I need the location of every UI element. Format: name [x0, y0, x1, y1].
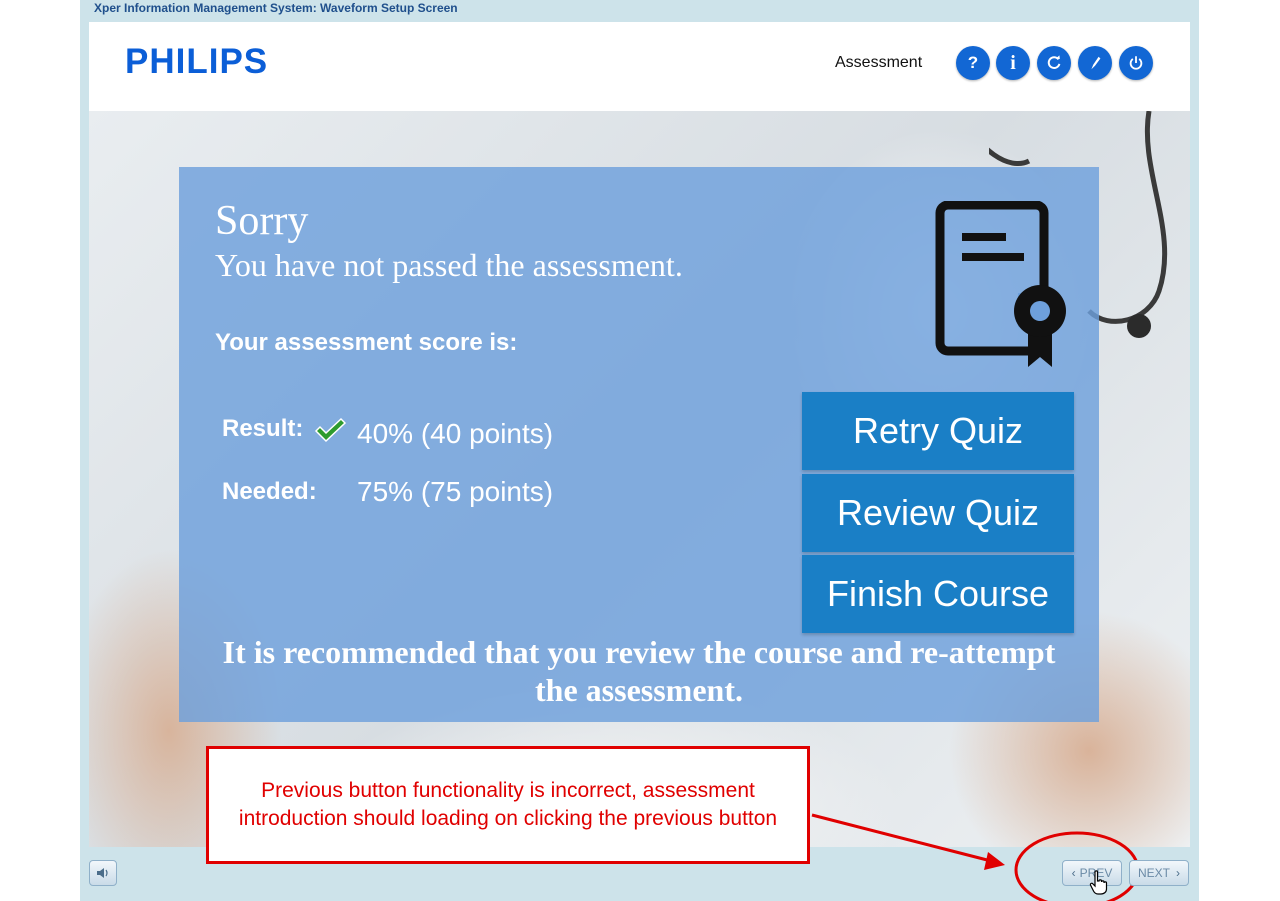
finish-course-button[interactable]: Finish Course — [802, 555, 1074, 633]
certificate-icon — [935, 201, 1066, 367]
info-button[interactable]: i — [996, 46, 1030, 80]
power-icon — [1129, 56, 1143, 70]
compass-icon — [1091, 56, 1101, 70]
result-value: 40% (40 points) — [357, 418, 554, 449]
hand-cursor-icon — [1089, 870, 1108, 895]
recommendation-text: It is recommended that you review the co… — [222, 634, 1056, 708]
power-button[interactable] — [1119, 46, 1153, 80]
speaker-icon — [97, 868, 108, 878]
needed-label: Needed: — [222, 478, 317, 505]
compass-button[interactable] — [1078, 46, 1112, 80]
retry-quiz-button[interactable]: Retry Quiz — [802, 392, 1074, 470]
result-panel: Sorry You have not passed the assessment… — [179, 167, 1099, 722]
help-icon: ? — [967, 53, 979, 72]
window-title: Xper Information Management System: Wave… — [94, 1, 458, 15]
refresh-icon — [1047, 55, 1061, 69]
checkmark-icon — [314, 417, 346, 443]
header: PHILIPS Assessment ? i — [89, 22, 1190, 111]
section-title: Assessment — [835, 54, 923, 71]
result-label: Result: — [222, 415, 304, 442]
result-title: Sorry — [215, 198, 309, 244]
result-subtitle: You have not passed the assessment. — [215, 247, 683, 283]
help-button[interactable]: ? — [956, 46, 990, 80]
info-icon: i — [1010, 51, 1016, 74]
needed-value: 75% (75 points) — [357, 476, 554, 507]
chevron-left-icon: ‹ — [1071, 866, 1076, 880]
refresh-button[interactable] — [1037, 46, 1071, 80]
philips-logo: PHILIPS — [125, 42, 269, 81]
review-quiz-button[interactable]: Review Quiz — [802, 474, 1074, 552]
next-button[interactable]: NEXT › — [1129, 860, 1189, 886]
chevron-right-icon: › — [1176, 866, 1180, 880]
score-heading: Your assessment score is: — [215, 329, 518, 356]
next-label: NEXT — [1137, 866, 1170, 880]
annotation-callout: Previous button functionality is incorre… — [206, 746, 810, 864]
audio-button[interactable] — [89, 860, 117, 886]
